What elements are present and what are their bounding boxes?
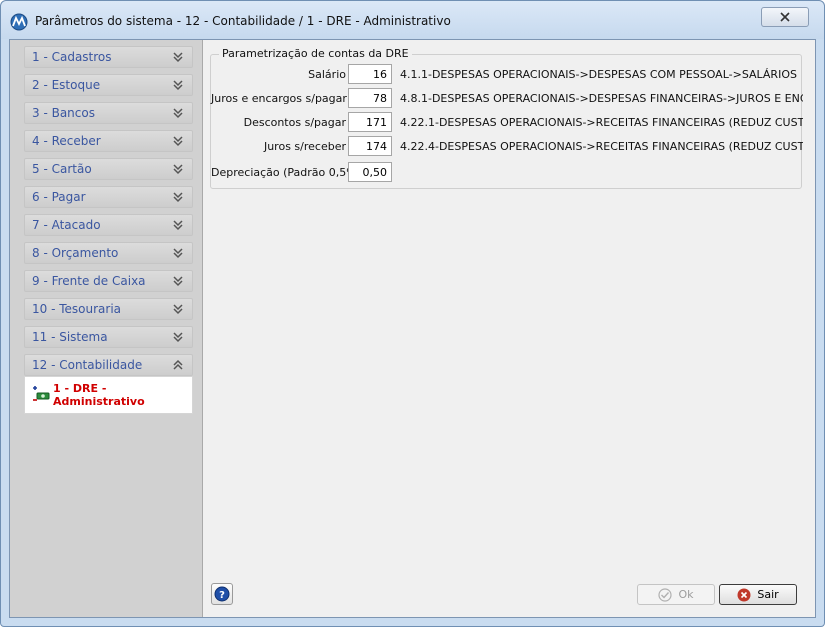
sair-button[interactable]: Sair — [719, 584, 797, 605]
window-title: Parâmetros do sistema - 12 - Contabilida… — [35, 14, 451, 28]
app-logo-icon — [10, 13, 28, 31]
dre-report-icon — [33, 386, 50, 401]
field-label: Juros e encargos s/pagar — [211, 92, 347, 105]
chevron-down-icon — [173, 220, 183, 231]
sidebar-item-label: 2 - Estoque — [32, 78, 101, 92]
close-button[interactable] — [761, 7, 809, 27]
sidebar-item-label: 1 - Cadastros — [32, 50, 112, 64]
sidebar-item-atacado[interactable]: 7 - Atacado — [24, 214, 193, 236]
chevron-down-icon — [173, 136, 183, 147]
sidebar-item-label: 8 - Orçamento — [32, 246, 119, 260]
form-row-juros-receber: Juros s/receber 174 4.22.4-DESPESAS OPER… — [211, 136, 811, 158]
sidebar-item-label: 5 - Cartão — [32, 162, 92, 176]
help-icon: ? — [214, 586, 230, 602]
chevron-down-icon — [173, 108, 183, 119]
chevron-down-icon — [173, 52, 183, 63]
account-code-input[interactable]: 78 — [348, 88, 392, 108]
client-area: 1 - Cadastros 2 - Estoque 3 - Bancos 4 -… — [9, 39, 816, 618]
sidebar-subitem-dre-administrativo[interactable]: 1 - DRE - Administrativo — [24, 376, 193, 414]
sidebar: 1 - Cadastros 2 - Estoque 3 - Bancos 4 -… — [10, 40, 202, 617]
sidebar-item-label: 4 - Receber — [32, 134, 101, 148]
account-description: 4.8.1-DESPESAS OPERACIONAIS->DESPESAS FI… — [400, 92, 803, 105]
field-label: Salário — [308, 68, 346, 81]
form-row-depreciacao: Depreciação (Padrão 0,5%) 0,50 — [211, 162, 811, 184]
sidebar-item-receber[interactable]: 4 - Receber — [24, 130, 193, 152]
account-description: 4.22.1-DESPESAS OPERACIONAIS->RECEITAS F… — [400, 116, 803, 129]
sidebar-item-bancos[interactable]: 3 - Bancos — [24, 102, 193, 124]
sidebar-item-label: 6 - Pagar — [32, 190, 86, 204]
field-label: Depreciação (Padrão 0,5%) — [211, 166, 362, 179]
help-button[interactable]: ? — [211, 583, 233, 605]
account-code-input[interactable]: 16 — [348, 64, 392, 84]
account-description: 4.1.1-DESPESAS OPERACIONAIS->DESPESAS CO… — [400, 68, 797, 81]
close-icon — [780, 12, 790, 22]
sidebar-item-orcamento[interactable]: 8 - Orçamento — [24, 242, 193, 264]
bottom-toolbar: ? Ok Sair — [203, 580, 814, 616]
sidebar-subitem-label: 1 - DRE - Administrativo — [53, 382, 145, 408]
sidebar-item-pagar[interactable]: 6 - Pagar — [24, 186, 193, 208]
sidebar-item-cadastros[interactable]: 1 - Cadastros — [24, 46, 193, 68]
account-description: 4.22.4-DESPESAS OPERACIONAIS->RECEITAS F… — [400, 140, 803, 153]
sidebar-item-label: 10 - Tesouraria — [32, 302, 122, 316]
chevron-down-icon — [173, 304, 183, 315]
form-row-juros-encargos-pagar: Juros e encargos s/pagar 78 4.8.1-DESPES… — [211, 88, 811, 110]
sidebar-item-label: 12 - Contabilidade — [32, 358, 143, 372]
sidebar-item-frente-de-caixa[interactable]: 9 - Frente de Caixa — [24, 270, 193, 292]
chevron-down-icon — [173, 80, 183, 91]
main-panel: Parametrização de contas da DRE Salário … — [202, 40, 815, 617]
ok-button[interactable]: Ok — [637, 584, 715, 605]
chevron-down-icon — [173, 248, 183, 259]
window: Parâmetros do sistema - 12 - Contabilida… — [0, 0, 825, 627]
form-row-salario: Salário 16 4.1.1-DESPESAS OPERACIONAIS->… — [211, 64, 811, 86]
chevron-down-icon — [173, 192, 183, 203]
account-code-input[interactable]: 171 — [348, 112, 392, 132]
chevron-down-icon — [173, 276, 183, 287]
sidebar-item-label: 9 - Frente de Caixa — [32, 274, 146, 288]
field-label: Descontos s/pagar — [243, 116, 346, 129]
dre-accounts-group: Parametrização de contas da DRE Salário … — [210, 47, 803, 189]
svg-text:?: ? — [219, 590, 225, 601]
sidebar-item-tesouraria[interactable]: 10 - Tesouraria — [24, 298, 193, 320]
account-code-input[interactable]: 174 — [348, 136, 392, 156]
close-circle-icon — [737, 588, 751, 601]
check-circle-icon — [658, 587, 673, 602]
sidebar-item-cartao[interactable]: 5 - Cartão — [24, 158, 193, 180]
sidebar-item-label: 3 - Bancos — [32, 106, 95, 120]
chevron-down-icon — [173, 164, 183, 175]
ok-button-label: Ok — [678, 588, 694, 601]
chevron-down-icon — [173, 332, 183, 343]
sidebar-item-label: 11 - Sistema — [32, 330, 108, 344]
sidebar-item-label: 7 - Atacado — [32, 218, 101, 232]
sidebar-item-estoque[interactable]: 2 - Estoque — [24, 74, 193, 96]
form-row-descontos-pagar: Descontos s/pagar 171 4.22.1-DESPESAS OP… — [211, 112, 811, 134]
sair-button-label: Sair — [757, 588, 779, 601]
field-label: Juros s/receber — [263, 140, 346, 153]
sidebar-item-sistema[interactable]: 11 - Sistema — [24, 326, 193, 348]
sidebar-item-contabilidade[interactable]: 12 - Contabilidade — [24, 354, 193, 376]
group-title: Parametrização de contas da DRE — [219, 47, 412, 60]
chevron-up-icon — [173, 359, 183, 370]
title-bar: Parâmetros do sistema - 12 - Contabilida… — [1, 1, 824, 39]
depreciation-input[interactable]: 0,50 — [348, 162, 392, 182]
